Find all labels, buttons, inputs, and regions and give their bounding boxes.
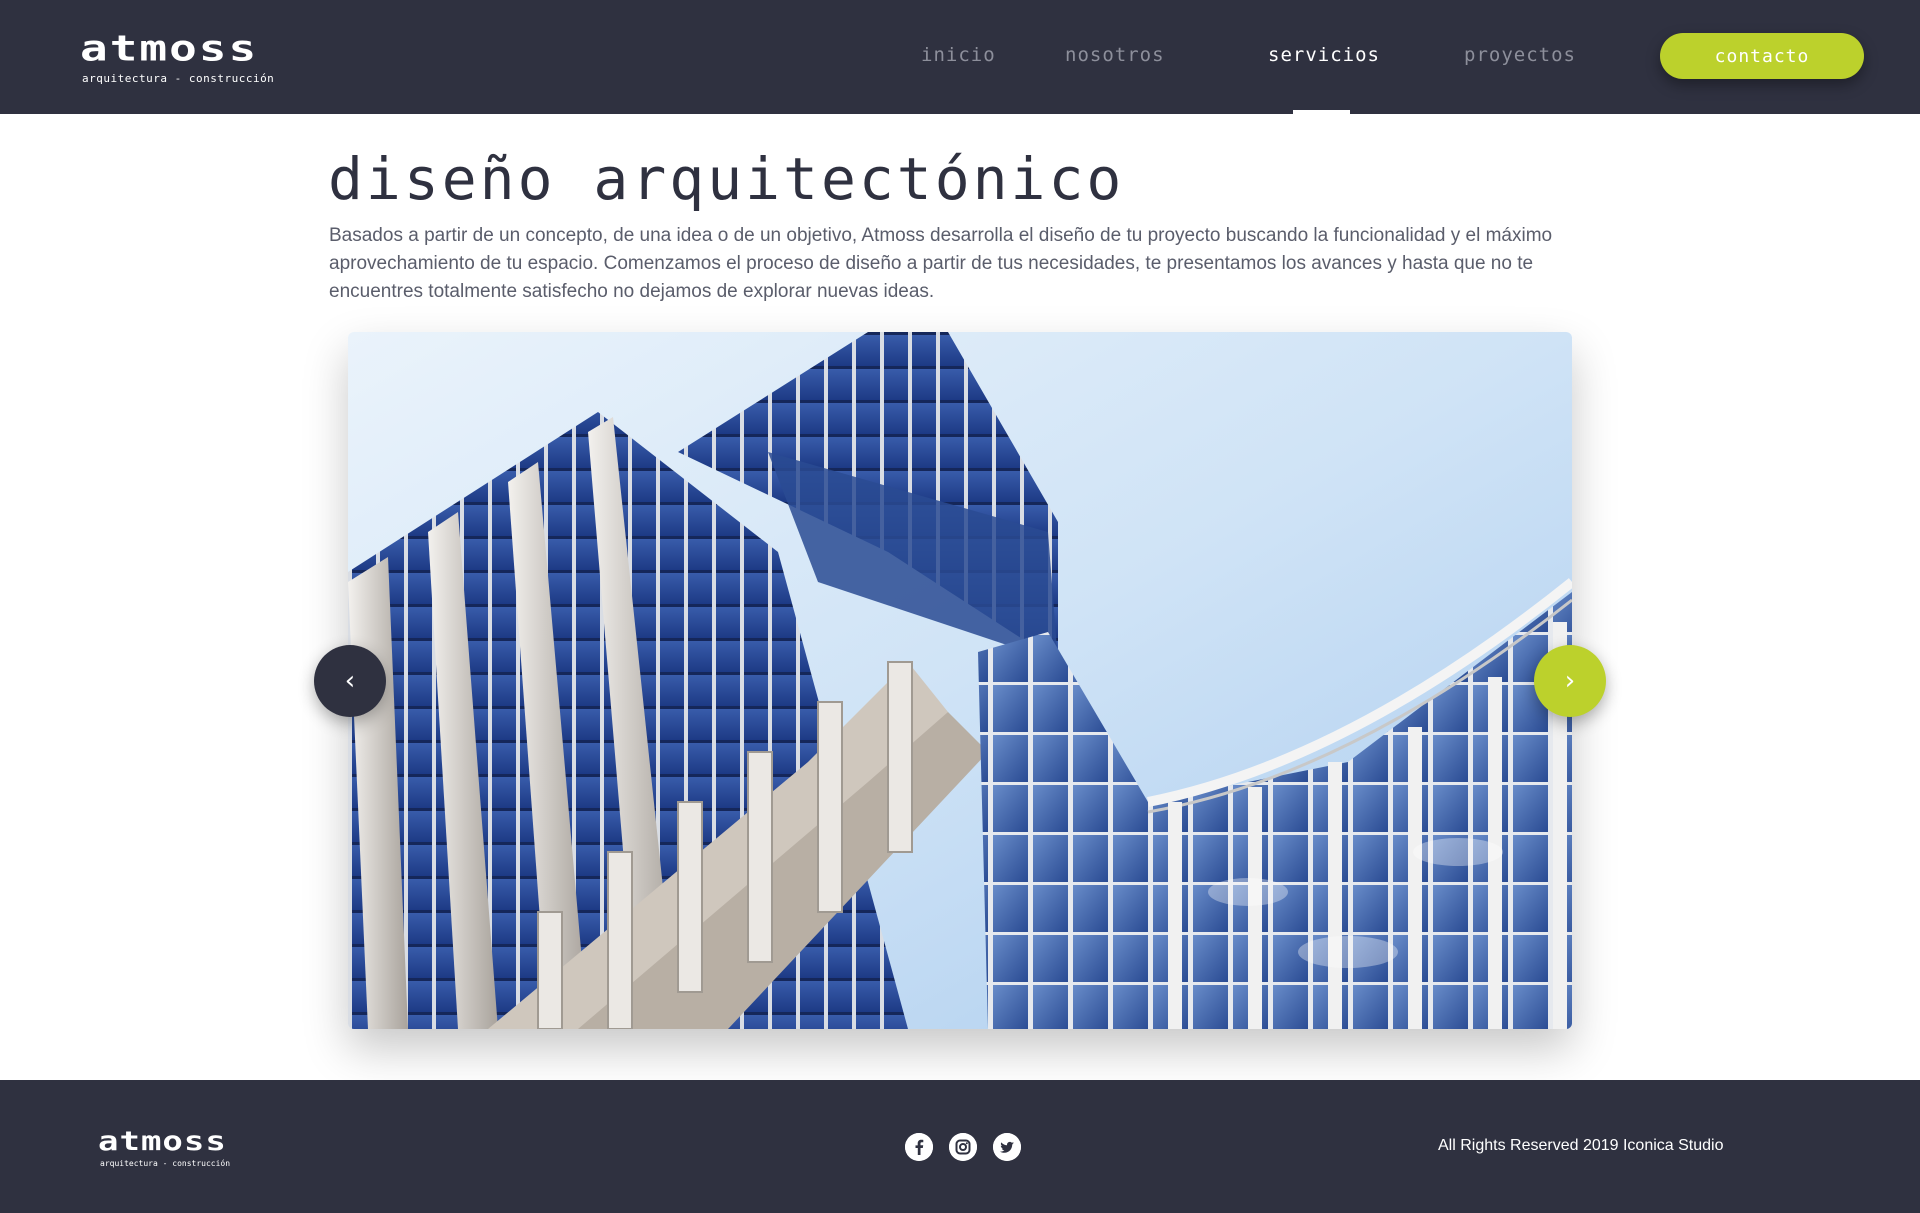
- footer-logo[interactable]: atmoss arquitectura - construcción: [98, 1128, 268, 1172]
- active-nav-indicator: [1293, 110, 1350, 114]
- carousel-image: [348, 332, 1572, 1029]
- carousel-prev-button[interactable]: ‹: [314, 645, 386, 717]
- copyright-text: All Rights Reserved 2019 Iconica Studio: [1438, 1137, 1724, 1154]
- image-carousel: [348, 332, 1572, 1029]
- facebook-icon[interactable]: [905, 1133, 933, 1161]
- nav-item-servicios[interactable]: servicios: [1268, 44, 1380, 66]
- contact-button[interactable]: contacto: [1660, 33, 1864, 79]
- nav-item-inicio[interactable]: inicio: [921, 44, 996, 66]
- footer-brand-name: atmoss: [98, 1125, 227, 1157]
- social-links: [905, 1133, 1021, 1161]
- brand-name: atmoss: [80, 26, 259, 69]
- carousel-next-button[interactable]: ›: [1534, 645, 1606, 717]
- nav-item-proyectos[interactable]: proyectos: [1464, 44, 1576, 66]
- twitter-icon[interactable]: [993, 1133, 1021, 1161]
- nav-item-nosotros[interactable]: nosotros: [1065, 44, 1165, 66]
- site-header: atmoss arquitectura - construcción inici…: [0, 0, 1920, 114]
- service-description: Basados a partir de un concepto, de una …: [329, 225, 1553, 302]
- brand-tagline: arquitectura - construcción: [82, 72, 275, 85]
- footer-brand-tagline: arquitectura - construcción: [100, 1159, 231, 1168]
- chevron-right-icon: ›: [1564, 666, 1576, 696]
- instagram-icon[interactable]: [949, 1133, 977, 1161]
- page-title: diseño arquitectónico: [328, 145, 1125, 213]
- brand-logo[interactable]: atmoss arquitectura - construcción: [80, 30, 310, 88]
- chevron-left-icon: ‹: [344, 666, 356, 696]
